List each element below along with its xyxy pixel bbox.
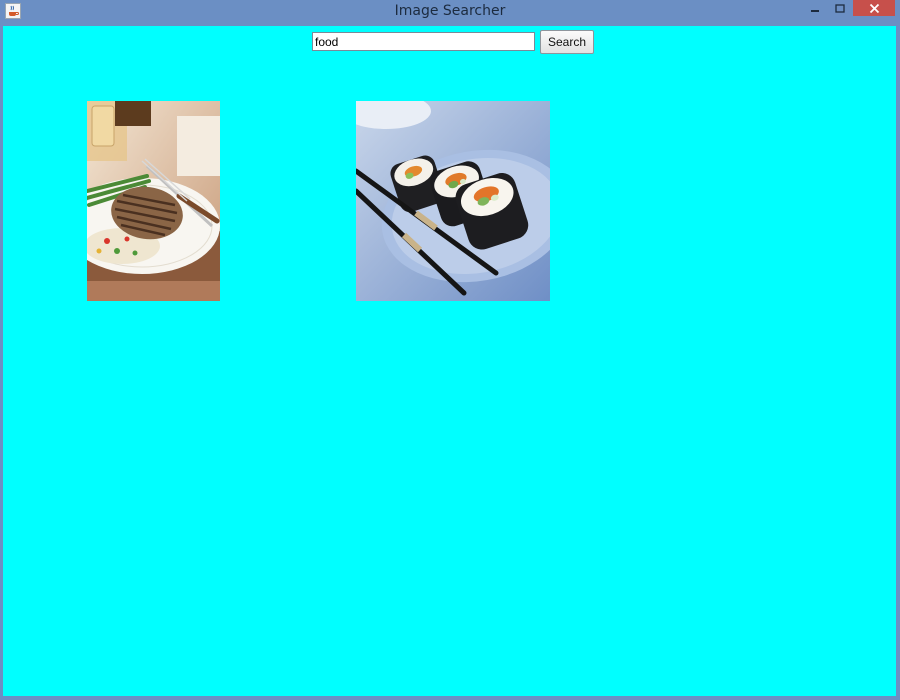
- maximize-icon: [835, 0, 845, 18]
- search-button[interactable]: Search: [540, 30, 594, 54]
- content-panel: Search: [3, 26, 896, 696]
- title-bar[interactable]: Image Searcher: [0, 0, 900, 24]
- minimize-icon: [810, 0, 820, 18]
- close-icon: [869, 0, 880, 18]
- maximize-button[interactable]: [829, 0, 851, 16]
- close-button[interactable]: [853, 0, 895, 16]
- result-image-sushi: [356, 101, 550, 301]
- window-title: Image Searcher: [394, 3, 506, 19]
- result-image-steak: [87, 101, 220, 301]
- app-window: Image Searcher Search: [0, 0, 900, 700]
- minimize-button[interactable]: [804, 0, 826, 16]
- search-input[interactable]: [312, 32, 535, 51]
